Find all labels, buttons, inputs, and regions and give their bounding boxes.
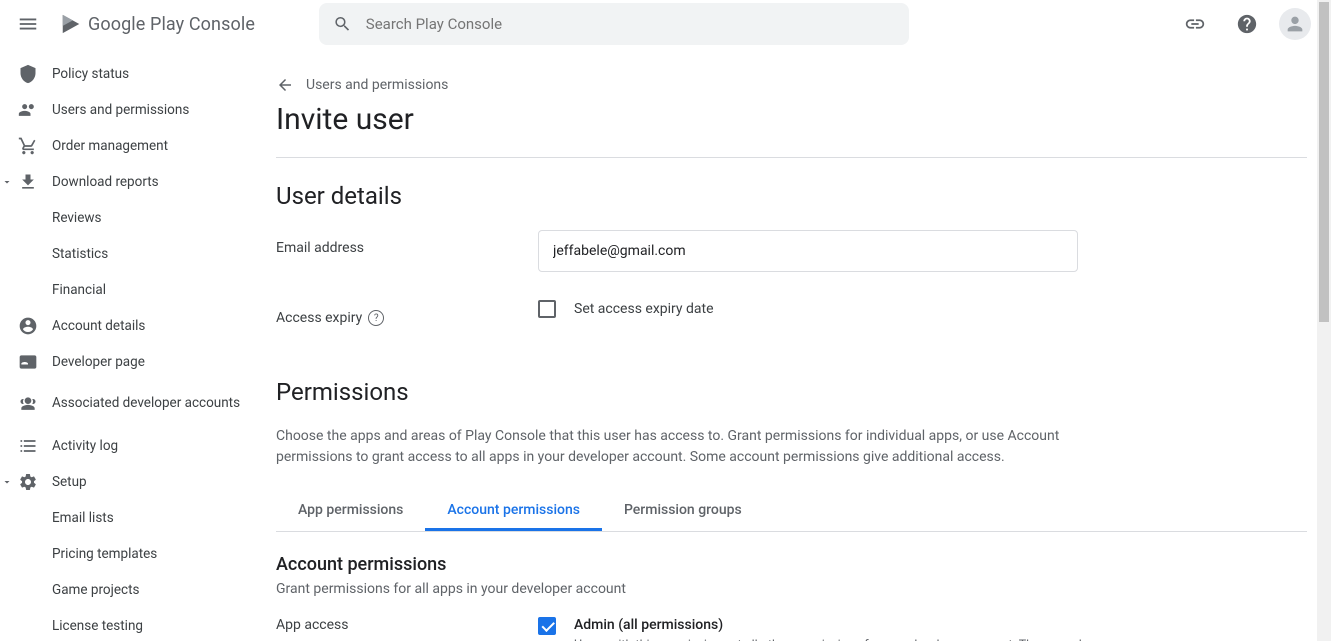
tab-app-permissions[interactable]: App permissions	[276, 492, 425, 531]
sidebar-item-label: Account details	[52, 318, 145, 334]
sidebar-item-label: Users and permissions	[52, 102, 189, 118]
sidebar-item-financial[interactable]: Financial	[0, 272, 252, 308]
help-tooltip-icon[interactable]: ?	[368, 310, 384, 326]
permissions-heading: Permissions	[276, 378, 1307, 406]
sidebar-item-label: Statistics	[52, 246, 108, 262]
sidebar-item-setup[interactable]: Setup	[0, 464, 252, 500]
sidebar-item-pricing-templates[interactable]: Pricing templates	[0, 536, 252, 572]
email-field[interactable]	[538, 230, 1078, 272]
person-icon	[1284, 13, 1306, 35]
account-permissions-subtitle: Grant permissions for all apps in your d…	[276, 581, 1307, 597]
access-expiry-checkbox-label: Set access expiry date	[574, 301, 714, 317]
admin-permission-checkbox[interactable]	[538, 617, 556, 635]
sidebar-item-label: Associated developer accounts	[52, 395, 240, 413]
list-icon	[18, 436, 38, 456]
email-label: Email address	[276, 230, 538, 256]
logo[interactable]: Google Play Console	[60, 12, 255, 36]
sidebar-item-statistics[interactable]: Statistics	[0, 236, 252, 272]
scrollbar[interactable]	[1317, 0, 1331, 641]
help-button[interactable]	[1227, 4, 1267, 44]
permissions-description: Choose the apps and areas of Play Consol…	[276, 426, 1096, 468]
permissions-tabs: App permissions Account permissions Perm…	[276, 492, 1307, 532]
gear-icon	[18, 472, 38, 492]
sidebar-item-developer-page[interactable]: Developer page	[0, 344, 252, 380]
sidebar-item-activity-log[interactable]: Activity log	[0, 428, 252, 464]
app-access-label: App access	[276, 617, 538, 633]
account-permissions-title: Account permissions	[276, 554, 1307, 575]
access-expiry-label: Access expiry	[276, 310, 362, 326]
sidebar-item-label: Activity log	[52, 438, 118, 454]
access-expiry-checkbox[interactable]	[538, 300, 556, 318]
play-console-logo-icon	[60, 12, 82, 36]
group-icon	[18, 394, 38, 414]
sidebar-item-label: Pricing templates	[52, 546, 157, 562]
tab-account-permissions[interactable]: Account permissions	[425, 492, 602, 531]
sidebar-item-game-projects[interactable]: Game projects	[0, 572, 252, 608]
chevron-down-icon	[0, 176, 14, 188]
sidebar-item-license-testing[interactable]: License testing	[0, 608, 252, 641]
tab-permission-groups[interactable]: Permission groups	[602, 492, 764, 531]
chevron-down-icon	[0, 476, 14, 488]
sidebar-item-label: Developer page	[52, 354, 145, 370]
hamburger-icon	[17, 13, 39, 35]
search-box[interactable]	[319, 3, 909, 45]
avatar[interactable]	[1279, 8, 1311, 40]
people-icon	[18, 100, 38, 120]
sidebar-item-label: Setup	[52, 474, 87, 490]
sidebar-item-policy-status[interactable]: Policy status	[0, 56, 252, 92]
search-icon	[333, 14, 352, 34]
back-link-text: Users and permissions	[306, 77, 448, 93]
sidebar-item-label: Email lists	[52, 510, 114, 526]
sidebar-item-reviews[interactable]: Reviews	[0, 200, 252, 236]
sidebar-item-label: Order management	[52, 138, 168, 154]
user-details-heading: User details	[276, 182, 1307, 210]
back-link[interactable]: Users and permissions	[276, 76, 1307, 94]
sidebar-item-users-permissions[interactable]: Users and permissions	[0, 92, 252, 128]
sidebar-item-label: Reviews	[52, 210, 102, 226]
scrollbar-thumb[interactable]	[1319, 2, 1329, 322]
badge-icon	[18, 352, 38, 372]
shield-icon	[18, 64, 38, 84]
sidebar-item-label: Financial	[52, 282, 106, 298]
admin-permission-body: Users with this permission get all other…	[574, 637, 1114, 641]
link-button[interactable]	[1175, 4, 1215, 44]
sidebar-item-order-management[interactable]: Order management	[0, 128, 252, 164]
sidebar-item-download-reports[interactable]: Download reports	[0, 164, 252, 200]
link-icon	[1184, 13, 1206, 35]
arrow-left-icon	[276, 76, 294, 94]
account-icon	[18, 316, 38, 336]
cart-icon	[18, 136, 38, 156]
search-input[interactable]	[366, 15, 895, 33]
sidebar-item-associated-accounts[interactable]: Associated developer accounts	[0, 380, 252, 428]
sidebar-item-label: License testing	[52, 618, 143, 634]
menu-button[interactable]	[8, 4, 48, 44]
sidebar-item-label: Policy status	[52, 66, 129, 82]
sidebar-item-email-lists[interactable]: Email lists	[0, 500, 252, 536]
page-title: Invite user	[276, 102, 1307, 137]
logo-text: Google Play Console	[88, 14, 255, 35]
download-icon	[18, 172, 38, 192]
sidebar: Policy status Users and permissions Orde…	[0, 48, 252, 641]
help-icon	[1236, 13, 1258, 35]
sidebar-item-label: Game projects	[52, 582, 139, 598]
sidebar-item-account-details[interactable]: Account details	[0, 308, 252, 344]
sidebar-item-label: Download reports	[52, 174, 159, 190]
admin-permission-title: Admin (all permissions)	[574, 617, 1307, 633]
